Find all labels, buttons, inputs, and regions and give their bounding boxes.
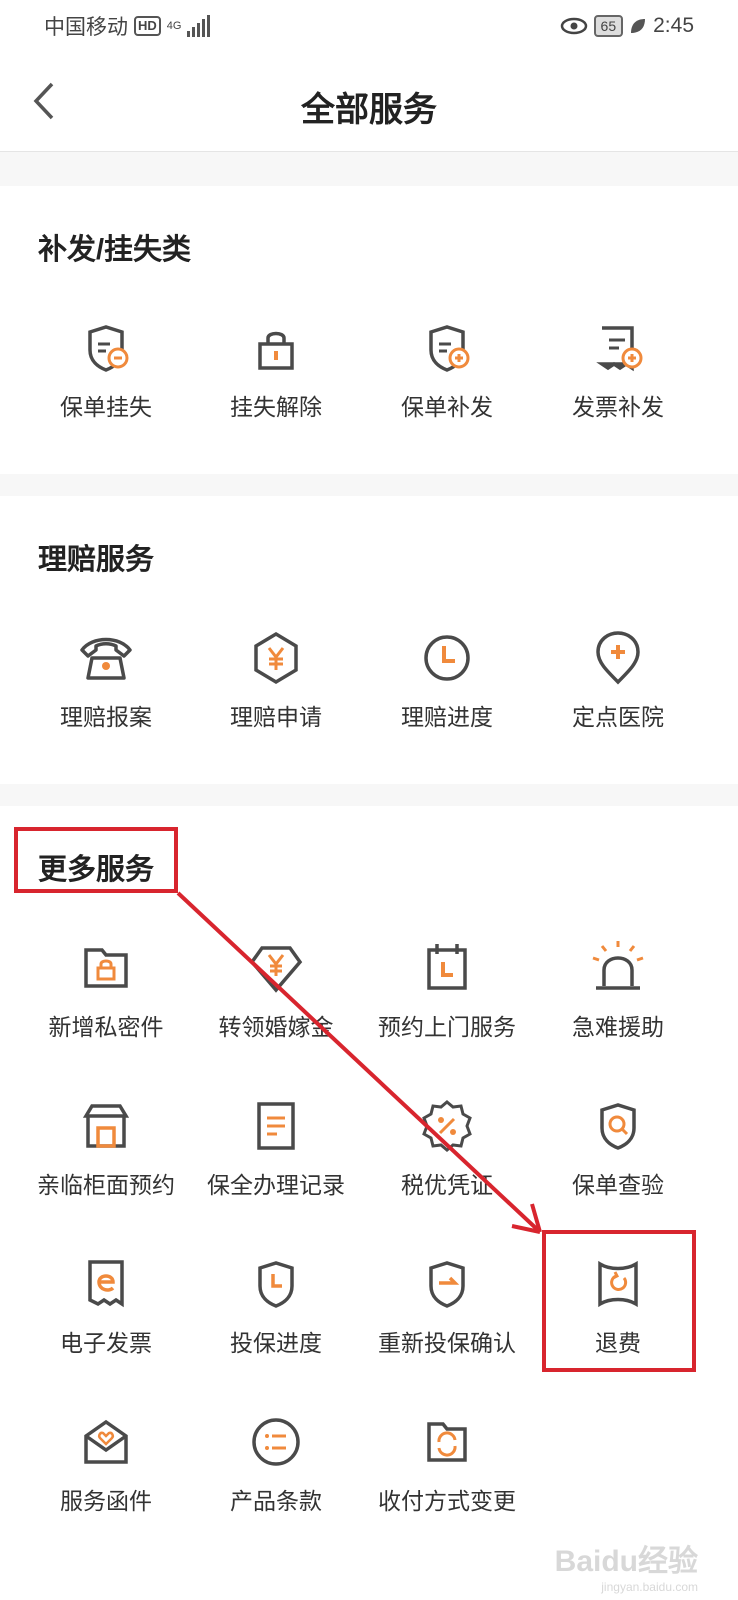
service-policy-verification[interactable]: 保单查验 [526, 1096, 710, 1200]
network-type: 4G [166, 19, 182, 32]
service-private-document[interactable]: 新增私密件 [14, 938, 198, 1042]
service-label: 税优凭证 [401, 1172, 493, 1198]
section-claims: 理赔服务 理赔报案 理赔申请 理赔进度 定点医院 [0, 496, 738, 784]
alarm-light-icon [592, 941, 644, 990]
service-policy-reissue[interactable]: 保单补发 [355, 318, 539, 422]
service-label: 发票补发 [572, 394, 664, 420]
service-home-visit[interactable]: 预约上门服务 [355, 938, 539, 1042]
service-label: 保单补发 [401, 394, 493, 420]
clock-time: 2:45 [653, 14, 694, 37]
service-label: 服务函件 [60, 1488, 152, 1514]
service-label: 转领婚嫁金 [218, 1014, 334, 1040]
watermark-url: jingyan.baidu.com [601, 1580, 698, 1594]
service-cancel-loss[interactable]: 挂失解除 [184, 318, 368, 422]
watermark: Baidu经验 [554, 1545, 698, 1578]
service-tax-certificate[interactable]: 税优凭证 [355, 1096, 539, 1200]
signal-icon [187, 15, 211, 37]
service-claim-progress[interactable]: 理赔进度 [355, 628, 539, 732]
section-more-services: 更多服务 新增私密件 转领婚嫁金 预约上门服务 急难援助 亲临柜面预约 保全办理… [0, 806, 738, 1600]
service-invoice-reissue[interactable]: 发票补发 [526, 318, 710, 422]
service-label: 急难援助 [572, 1014, 664, 1040]
service-label: 重新投保确认 [378, 1330, 516, 1356]
leaf-icon [631, 19, 646, 33]
service-label: 产品条款 [230, 1488, 322, 1514]
service-label: 亲临柜面预约 [37, 1172, 175, 1198]
service-counter-appointment[interactable]: 亲临柜面预约 [14, 1096, 198, 1200]
service-letters[interactable]: 服务函件 [14, 1412, 198, 1516]
service-reapply-confirmation[interactable]: 重新投保确认 [355, 1254, 539, 1358]
calendar-clock-icon [427, 944, 467, 990]
service-label: 定点医院 [572, 704, 664, 730]
folder-lock-icon [84, 948, 128, 988]
service-label: 保单查验 [572, 1172, 664, 1198]
percent-badge-icon [422, 1100, 472, 1152]
service-designated-hospital[interactable]: 定点医院 [526, 628, 710, 732]
service-wedding-fund[interactable]: 转领婚嫁金 [184, 938, 368, 1042]
page-title: 全部服务 [301, 91, 437, 129]
service-label: 挂失解除 [230, 394, 322, 420]
service-claim-apply[interactable]: 理赔申请 [184, 628, 368, 732]
policy-shield-minus-icon [88, 325, 129, 372]
service-label: 收付方式变更 [378, 1488, 516, 1514]
service-label: 理赔进度 [401, 704, 493, 730]
yen-diamond-icon [249, 946, 303, 993]
service-label: 保全办理记录 [207, 1172, 345, 1198]
map-pin-plus-icon [596, 631, 640, 685]
section-reissue-loss: 补发/挂失类 保单挂失 挂失解除 保单补发 发票补发 [0, 186, 738, 474]
section-title: 补发/挂失类 [38, 234, 192, 266]
service-e-invoice[interactable]: 电子发票 [14, 1254, 198, 1358]
padlock-icon [258, 331, 294, 370]
service-product-terms[interactable]: 产品条款 [184, 1412, 368, 1516]
navigation-bar: 全部服务 [0, 52, 738, 152]
folder-refresh-icon [427, 1422, 467, 1462]
service-policy-loss-report[interactable]: 保单挂失 [14, 318, 198, 422]
service-label: 预约上门服务 [378, 1014, 516, 1040]
service-emergency-aid[interactable]: 急难援助 [526, 938, 710, 1042]
eye-icon [560, 17, 587, 35]
battery-indicator: 65 [593, 15, 624, 37]
service-label: 理赔申请 [230, 704, 322, 730]
shield-arrow-icon [429, 1261, 465, 1308]
service-application-progress[interactable]: 投保进度 [184, 1254, 368, 1358]
service-payment-method-change[interactable]: 收付方式变更 [355, 1412, 539, 1516]
e-invoice-icon [88, 1260, 124, 1308]
heart-envelope-icon [84, 1419, 128, 1464]
shield-clock-icon [258, 1261, 294, 1308]
service-label: 理赔报案 [60, 704, 152, 730]
shield-search-icon [600, 1103, 636, 1150]
annotation-box-refund [542, 1230, 696, 1372]
service-label: 投保进度 [230, 1330, 322, 1356]
carrier-name: 中国移动 [44, 16, 128, 39]
service-label: 电子发票 [60, 1330, 152, 1356]
service-label: 新增私密件 [48, 1014, 164, 1040]
policy-shield-plus-icon [429, 325, 470, 372]
service-claim-report[interactable]: 理赔报案 [14, 628, 198, 732]
service-preservation-records[interactable]: 保全办理记录 [184, 1096, 368, 1200]
section-title: 理赔服务 [38, 544, 155, 576]
annotation-box-more-services [14, 827, 178, 893]
hd-badge: HD [134, 16, 161, 36]
store-icon [82, 1104, 130, 1148]
telephone-icon [80, 637, 132, 680]
service-label: 保单挂失 [60, 394, 152, 420]
yen-hexagon-icon [254, 631, 298, 685]
document-lines-icon [257, 1102, 295, 1150]
clock-icon [424, 635, 470, 681]
invoice-plus-icon [596, 326, 643, 372]
list-circle-icon [252, 1418, 300, 1466]
status-bar: 中国移动 HD 4G 65 2:45 [0, 0, 738, 52]
